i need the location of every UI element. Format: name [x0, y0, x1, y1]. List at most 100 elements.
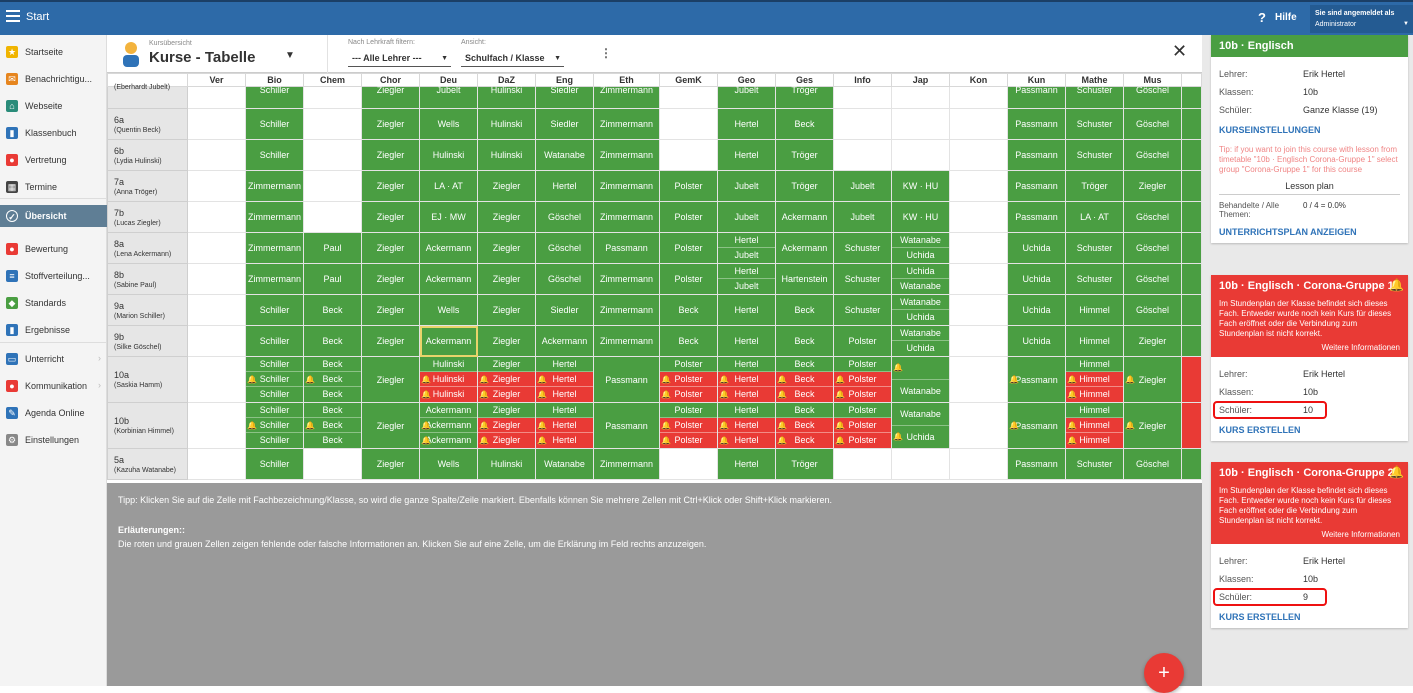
- course-subcell[interactable]: Beck: [304, 403, 361, 418]
- course-cell[interactable]: [949, 263, 1008, 295]
- sidebar-item-ergebnisse[interactable]: ▮ Ergebnisse: [0, 319, 107, 341]
- course-cell[interactable]: Göschel: [535, 263, 594, 295]
- course-cell[interactable]: Ziegler: [361, 263, 420, 295]
- course-cell[interactable]: [1181, 263, 1202, 295]
- column-header[interactable]: Chem: [303, 73, 362, 87]
- course-cell[interactable]: Ziegler: [361, 356, 420, 403]
- more-info-link[interactable]: Weitere Informationen: [1219, 530, 1400, 540]
- course-cell[interactable]: [187, 201, 246, 233]
- course-subcell[interactable]: Ziegler: [478, 357, 535, 372]
- course-subcell[interactable]: Watanabe: [892, 295, 949, 310]
- course-cell[interactable]: Jubelt: [717, 170, 776, 202]
- course-cell[interactable]: Ziegler: [1123, 325, 1182, 357]
- course-cell[interactable]: Ziegler: [477, 232, 536, 264]
- course-subcell[interactable]: 🔔 Uchida: [892, 425, 949, 448]
- course-cell[interactable]: Göschel: [1123, 139, 1182, 171]
- course-cell[interactable]: Hertel: [717, 448, 776, 480]
- course-cell[interactable]: Schuster: [1065, 86, 1124, 109]
- course-subcell[interactable]: 🔔 Polster: [834, 418, 891, 433]
- course-cell[interactable]: Hulinski: [477, 448, 536, 480]
- course-cell[interactable]: Hartenstein: [775, 263, 834, 295]
- course-cell[interactable]: Göschel: [1123, 294, 1182, 326]
- course-cell[interactable]: Uchida: [1007, 263, 1066, 295]
- course-cell[interactable]: Beck: [775, 325, 834, 357]
- course-subcell[interactable]: 🔔 Schiller: [246, 372, 303, 387]
- course-cell[interactable]: Zimmermann: [593, 139, 660, 171]
- course-cell[interactable]: Hertel 🔔 Hertel 🔔 Hertel: [535, 356, 594, 403]
- course-cell[interactable]: [187, 294, 246, 326]
- course-subcell[interactable]: 🔔 Ziegler: [478, 387, 535, 402]
- course-cell[interactable]: Schiller: [245, 325, 304, 357]
- course-cell[interactable]: Ziegler: [361, 448, 420, 480]
- course-cell[interactable]: Zimmermann: [593, 263, 660, 295]
- course-cell[interactable]: [1181, 108, 1202, 140]
- course-cell[interactable]: Jubelt: [717, 86, 776, 109]
- class-row-header[interactable]: 7b (Lucas Ziegler): [107, 201, 188, 233]
- close-icon[interactable]: ✕: [1172, 41, 1187, 62]
- course-subcell[interactable]: Watanabe: [892, 233, 949, 248]
- course-cell[interactable]: Ackermann: [535, 325, 594, 357]
- course-cell[interactable]: [187, 263, 246, 295]
- course-cell[interactable]: Himmel: [1065, 294, 1124, 326]
- course-cell[interactable]: Zimmermann: [245, 232, 304, 264]
- course-subcell[interactable]: Hertel: [536, 357, 593, 372]
- course-subcell[interactable]: Watanabe: [892, 379, 949, 402]
- course-cell[interactable]: Ackermann 🔔 Ackermann 🔔 Ackermann: [419, 402, 478, 449]
- sidebar-item-benachrichtigu[interactable]: ✉ Benachrichtigu...: [0, 68, 107, 90]
- course-cell[interactable]: Himmel 🔔 Himmel 🔔 Himmel: [1065, 356, 1124, 403]
- course-subcell[interactable]: Polster: [834, 357, 891, 372]
- course-subcell[interactable]: Himmel: [1066, 403, 1123, 418]
- course-cell[interactable]: [1181, 325, 1202, 357]
- course-cell[interactable]: Uchida: [1007, 294, 1066, 326]
- course-cell[interactable]: Zimmermann: [593, 201, 660, 233]
- course-cell[interactable]: [833, 139, 892, 171]
- course-subcell[interactable]: 🔔 Himmel: [1066, 418, 1123, 433]
- course-subcell[interactable]: 🔔 Beck: [776, 387, 833, 402]
- course-cell[interactable]: Polster: [659, 170, 718, 202]
- course-cell[interactable]: Schiller: [245, 86, 304, 109]
- course-cell[interactable]: [659, 86, 718, 109]
- more-info-link[interactable]: Weitere Informationen: [1219, 343, 1400, 353]
- course-subcell[interactable]: 🔔 Beck: [776, 372, 833, 387]
- course-cell[interactable]: Beck: [303, 325, 362, 357]
- course-subcell[interactable]: Polster: [834, 403, 891, 418]
- course-cell[interactable]: [187, 325, 246, 357]
- course-cell[interactable]: Hertel: [535, 170, 594, 202]
- course-subcell[interactable]: Hertel: [718, 264, 775, 279]
- course-subcell[interactable]: 🔔 Hulinski: [420, 387, 477, 402]
- course-cell[interactable]: Zimmermann: [245, 201, 304, 233]
- course-cell[interactable]: [303, 108, 362, 140]
- column-header[interactable]: GemK: [659, 73, 718, 87]
- course-cell[interactable]: [303, 201, 362, 233]
- course-subcell[interactable]: Polster: [660, 357, 717, 372]
- course-subcell[interactable]: 🔔 Hertel: [536, 433, 593, 448]
- course-cell[interactable]: [659, 108, 718, 140]
- course-settings-link[interactable]: KURSEINSTELLUNGEN: [1211, 119, 1408, 141]
- course-cell[interactable]: Ziegler: [477, 294, 536, 326]
- course-cell[interactable]: [949, 294, 1008, 326]
- course-cell[interactable]: [833, 86, 892, 109]
- course-cell[interactable]: [949, 170, 1008, 202]
- course-cell[interactable]: [303, 139, 362, 171]
- course-subcell[interactable]: Hulinski: [420, 357, 477, 372]
- course-cell[interactable]: Beck: [659, 294, 718, 326]
- course-cell[interactable]: Passmann: [1007, 86, 1066, 109]
- course-cell[interactable]: [303, 448, 362, 480]
- course-cell[interactable]: Hertel: [717, 139, 776, 171]
- course-cell[interactable]: [303, 170, 362, 202]
- course-cell[interactable]: Hertel 🔔 Hertel 🔔 Hertel: [717, 402, 776, 449]
- course-subcell[interactable]: Beck: [776, 357, 833, 372]
- sidebar-item-übersicht[interactable]: ✓ Übersicht: [0, 205, 107, 227]
- course-cell[interactable]: Wells: [419, 108, 478, 140]
- course-cell[interactable]: Himmel: [1065, 325, 1124, 357]
- course-cell[interactable]: Schuster: [1065, 263, 1124, 295]
- course-cell[interactable]: [187, 356, 246, 403]
- class-row-header[interactable]: 6b (Lydia Hulinski): [107, 139, 188, 171]
- course-subcell[interactable]: 🔔 Polster: [660, 433, 717, 448]
- course-cell[interactable]: Ackermann: [419, 263, 478, 295]
- course-subcell[interactable]: Watanabe: [892, 403, 949, 426]
- course-subcell[interactable]: 🔔 Hertel: [718, 387, 775, 402]
- course-cell[interactable]: [1181, 201, 1202, 233]
- course-cell[interactable]: Tröger: [775, 86, 834, 109]
- course-cell[interactable]: Ackermann: [419, 232, 478, 264]
